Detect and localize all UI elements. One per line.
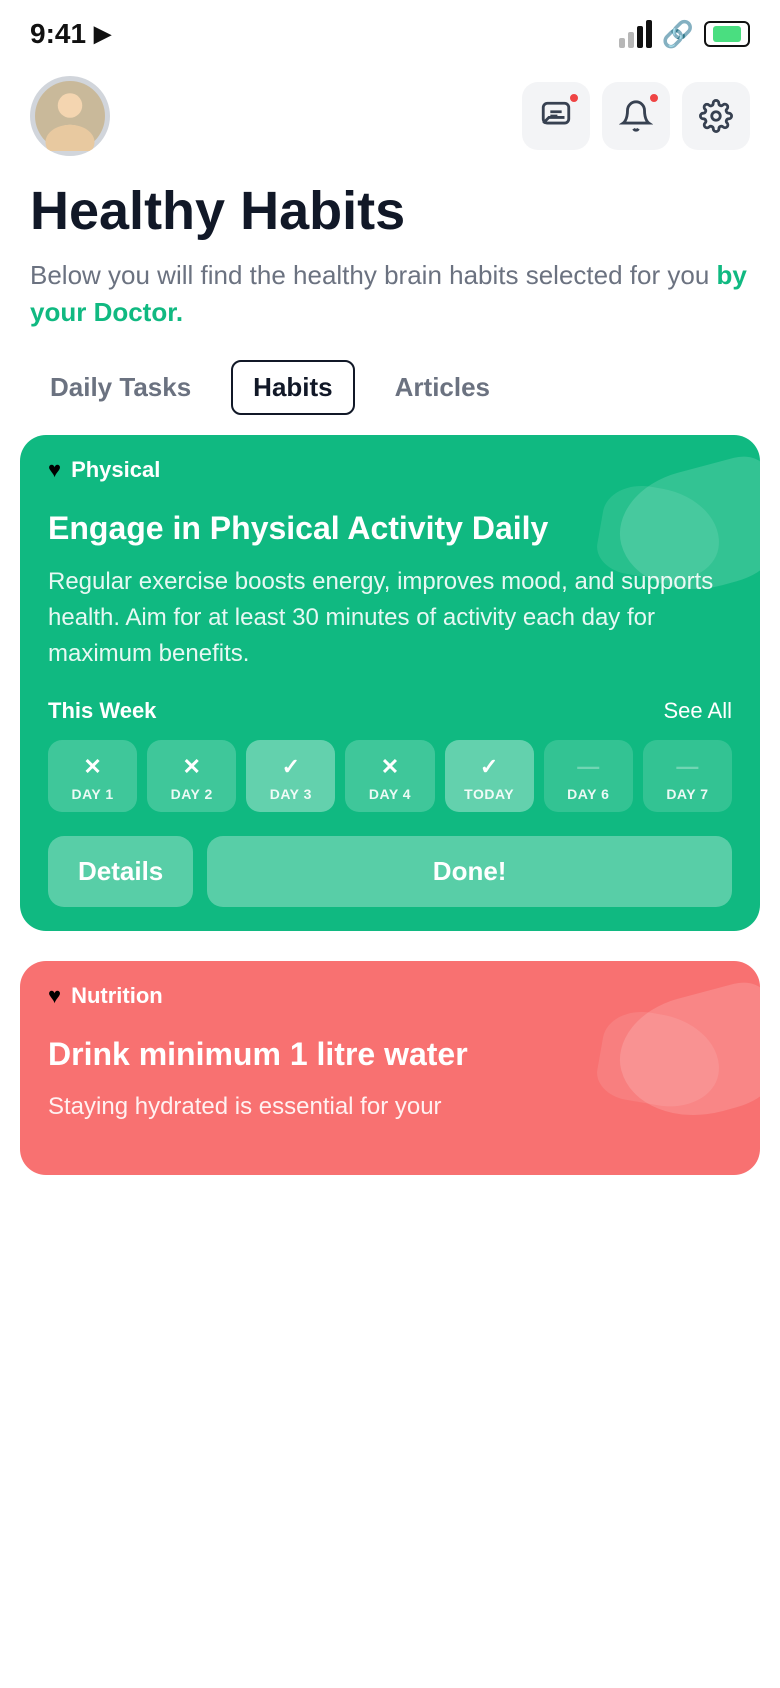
today-label: TODAY	[464, 786, 514, 802]
bell-icon	[619, 99, 653, 133]
category-label-nutrition: Nutrition	[71, 983, 163, 1009]
day-tracker: ✕ DAY 1 ✕ DAY 2 ✓ DAY 3 ✕ DAY 4 ✓ TODA	[48, 740, 732, 812]
tab-daily-tasks[interactable]: Daily Tasks	[30, 362, 211, 413]
day-cell-today: ✓ TODAY	[445, 740, 534, 812]
subtitle-prefix: Below you will find the healthy brain ha…	[30, 260, 717, 290]
day-cell-4: ✕ DAY 4	[345, 740, 434, 812]
card-description-physical: Regular exercise boosts energy, improves…	[48, 564, 732, 672]
status-right-icons: 🔗	[619, 19, 750, 50]
day-cell-2: ✕ DAY 2	[147, 740, 236, 812]
notifications-button[interactable]	[602, 82, 670, 150]
details-button[interactable]: Details	[48, 836, 193, 907]
today-icon: ✓	[480, 754, 498, 780]
location-icon: ▶	[94, 21, 111, 47]
page-title: Healthy Habits	[30, 182, 750, 241]
day-cell-6: — DAY 6	[544, 740, 633, 812]
day-3-label: DAY 3	[270, 786, 312, 802]
this-week-header: This Week See All	[48, 698, 732, 724]
card-title-physical: Engage in Physical Activity Daily	[48, 509, 732, 547]
day-3-icon: ✓	[282, 754, 300, 780]
day-cell-1: ✕ DAY 1	[48, 740, 137, 812]
battery-indicator	[704, 21, 750, 47]
category-label-physical: Physical	[71, 457, 160, 483]
message-icon	[539, 99, 573, 133]
this-week-label: This Week	[48, 698, 156, 724]
day-2-label: DAY 2	[171, 786, 213, 802]
day-cell-7: — DAY 7	[643, 740, 732, 812]
card-description-nutrition: Staying hydrated is essential for your	[48, 1089, 732, 1125]
status-bar: 9:41 ▶ 🔗	[0, 0, 780, 60]
day-2-icon: ✕	[182, 754, 200, 780]
day-6-icon: —	[577, 754, 599, 780]
day-6-label: DAY 6	[567, 786, 609, 802]
tab-habits[interactable]: Habits	[231, 360, 354, 415]
card-title-nutrition: Drink minimum 1 litre water	[48, 1035, 732, 1073]
day-7-label: DAY 7	[666, 786, 708, 802]
battery-fill	[713, 26, 741, 42]
settings-button[interactable]	[682, 82, 750, 150]
category-heart-icon: ♥	[48, 457, 61, 483]
notifications-notification-dot	[648, 92, 660, 104]
day-4-icon: ✕	[381, 754, 399, 780]
header-actions	[522, 82, 750, 150]
cards-container: ♥ Physical Engage in Physical Activity D…	[0, 435, 780, 1175]
day-7-icon: —	[676, 754, 698, 780]
nutrition-heart-icon: ♥	[48, 983, 61, 1009]
link-icon: 🔗	[662, 19, 694, 50]
messages-notification-dot	[568, 92, 580, 104]
gear-icon	[699, 99, 733, 133]
day-1-icon: ✕	[83, 754, 101, 780]
title-section: Healthy Habits Below you will find the h…	[0, 172, 780, 350]
nutrition-habit-card: ♥ Nutrition Drink minimum 1 litre water …	[20, 961, 760, 1175]
tab-articles[interactable]: Articles	[375, 362, 510, 413]
card-body-nutrition: Drink minimum 1 litre water Staying hydr…	[20, 1025, 760, 1175]
see-all-link[interactable]: See All	[664, 698, 733, 724]
avatar[interactable]	[30, 76, 110, 156]
card-actions-physical: Details Done!	[48, 836, 732, 907]
physical-habit-card: ♥ Physical Engage in Physical Activity D…	[20, 435, 760, 930]
header	[0, 60, 780, 172]
messages-button[interactable]	[522, 82, 590, 150]
card-body-physical: Engage in Physical Activity Daily Regula…	[20, 499, 760, 930]
avatar-image	[35, 81, 105, 151]
time-display: 9:41	[30, 18, 86, 50]
page-subtitle: Below you will find the healthy brain ha…	[30, 257, 750, 330]
tab-bar: Daily Tasks Habits Articles	[0, 350, 780, 435]
day-4-label: DAY 4	[369, 786, 411, 802]
signal-bars	[619, 20, 652, 48]
status-time: 9:41 ▶	[30, 18, 111, 50]
day-1-label: DAY 1	[71, 786, 113, 802]
done-button[interactable]: Done!	[207, 836, 732, 907]
day-cell-3: ✓ DAY 3	[246, 740, 335, 812]
